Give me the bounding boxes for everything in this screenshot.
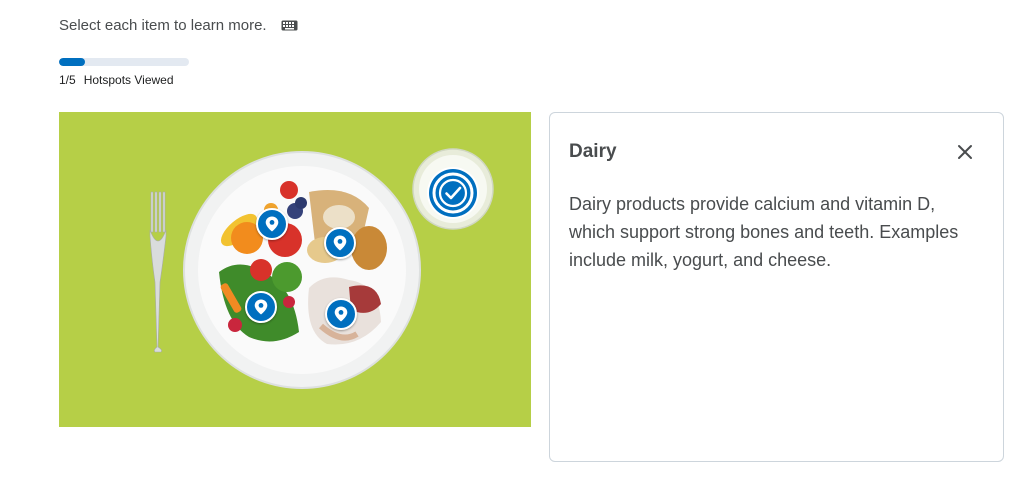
- close-button[interactable]: [954, 141, 976, 163]
- progress-count: 1/5: [59, 73, 76, 87]
- map-pin-icon: [333, 235, 347, 251]
- hotspot-protein[interactable]: [325, 298, 357, 330]
- progress-label: Hotspots Viewed: [83, 73, 174, 87]
- map-pin-icon: [334, 306, 348, 322]
- panel-title: Dairy: [569, 141, 617, 162]
- hotspot-grains[interactable]: [324, 227, 356, 259]
- progress-status: 1/5 Hotspots Viewed: [59, 73, 174, 87]
- hotspot-dairy[interactable]: [427, 167, 479, 219]
- panel-description: Dairy products provide calcium and vitam…: [569, 194, 959, 270]
- hotspot-detail-panel: Dairy Dairy products provide calcium and…: [549, 112, 1004, 462]
- keyboard-icon[interactable]: [281, 20, 298, 31]
- hotspot-fruits[interactable]: [256, 208, 288, 240]
- map-pin-icon: [254, 299, 268, 315]
- food-plate-illustration: [59, 112, 531, 427]
- close-icon: [958, 145, 972, 159]
- instructions-text: Select each item to learn more.: [59, 16, 267, 34]
- progress-bar: [59, 58, 189, 66]
- hotspot-vegetables[interactable]: [245, 291, 277, 323]
- hotspot-image: [59, 112, 531, 427]
- selected-target-icon: [429, 169, 477, 217]
- instructions: Select each item to learn more.: [59, 15, 298, 35]
- progress-fill: [59, 58, 85, 66]
- map-pin-icon: [265, 216, 279, 232]
